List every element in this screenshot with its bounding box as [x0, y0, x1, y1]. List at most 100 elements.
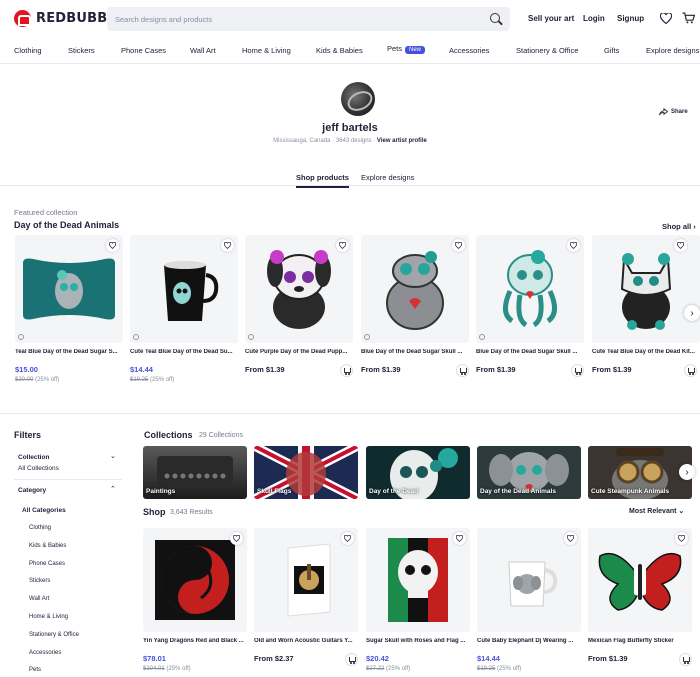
sell-your-art-link[interactable]: Sell your art — [528, 14, 574, 23]
signup-link[interactable]: Signup — [617, 14, 644, 23]
add-to-cart-button[interactable] — [571, 364, 584, 377]
collection-tile-skull-flags[interactable]: Skull Flags — [254, 446, 358, 499]
heart-icon[interactable] — [660, 13, 672, 24]
nav-stationery-office[interactable]: Stationery & Office — [516, 46, 578, 55]
collection-tile-day-of-the-dead-animals[interactable]: Day of the Dead Animals — [477, 446, 581, 499]
collection-label: Paintings — [146, 488, 176, 495]
filter-category-item[interactable]: Phone Cases — [29, 561, 65, 567]
product-image[interactable] — [476, 235, 584, 343]
search-bar — [107, 7, 510, 31]
collection-label: Skull Flags — [257, 488, 292, 495]
product-title[interactable]: Cute Baby Elephant Dj Wearing ... — [477, 638, 581, 644]
view-artist-profile-link[interactable]: View artist profile — [377, 138, 427, 144]
product-title[interactable]: Cute Teal Blue Day of the Dead Su... — [130, 349, 238, 355]
add-to-cart-button[interactable] — [345, 653, 358, 666]
filter-category-item[interactable]: Kids & Babies — [29, 543, 66, 549]
tab-explore-designs[interactable]: Explore designs — [361, 173, 414, 182]
collection-tile-paintings[interactable]: Paintings — [143, 446, 247, 499]
collection-tile-cute-steampunk-animals[interactable]: Cute Steampunk Animals — [588, 446, 692, 499]
color-swatch — [364, 334, 370, 340]
product-title[interactable]: Old and Worn Acoustic Guitars Y... — [254, 638, 358, 644]
filter-category-item[interactable]: Clothing — [29, 525, 51, 531]
favorite-button[interactable] — [336, 239, 349, 252]
shop-all-link[interactable]: Shop all › — [662, 222, 696, 231]
tab-shop-products[interactable]: Shop products — [296, 173, 349, 188]
product-image[interactable] — [477, 528, 581, 632]
octopus-sticker-image — [503, 250, 557, 328]
favorite-button[interactable] — [106, 239, 119, 252]
hippo-sticker-image — [386, 251, 444, 330]
product-image[interactable] — [592, 235, 700, 343]
nav-explore-designs[interactable]: Explore designs — [646, 46, 699, 55]
product-price: $15.00 — [15, 365, 38, 374]
add-to-cart-button[interactable] — [684, 364, 697, 377]
product-price: From $1.39 — [361, 365, 401, 374]
favorite-button[interactable] — [564, 532, 577, 545]
search-input[interactable] — [107, 7, 510, 31]
search-icon[interactable] — [490, 13, 500, 23]
nav-kids-babies[interactable]: Kids & Babies — [316, 46, 363, 55]
favorite-button[interactable] — [221, 239, 234, 252]
carousel-next-button[interactable]: › — [684, 305, 700, 321]
add-to-cart-button[interactable] — [456, 364, 469, 377]
product-title[interactable]: Blue Day of the Dead Sugar Skull ... — [476, 349, 584, 355]
nav-stickers[interactable]: Stickers — [68, 46, 95, 55]
filter-collection-value[interactable]: All Collections — [18, 465, 59, 472]
collection-tile-day-of-the-dead[interactable]: Day of the Dead — [366, 446, 470, 499]
filter-category-item[interactable]: Stationery & Office — [29, 632, 79, 638]
nav-gifts[interactable]: Gifts — [604, 46, 619, 55]
collections-next-button[interactable]: › — [679, 464, 695, 480]
nav-pets[interactable]: Pets New — [387, 44, 426, 54]
favorite-button[interactable] — [567, 239, 580, 252]
favorite-button[interactable] — [453, 532, 466, 545]
heart-icon — [678, 535, 685, 542]
filter-all-categories[interactable]: All Categories — [22, 507, 66, 514]
nav-wall-art[interactable]: Wall Art — [190, 46, 216, 55]
product-image[interactable] — [15, 235, 123, 343]
product-title[interactable]: Sugar Skull with Roses and Flag ... — [366, 638, 470, 644]
favorite-button[interactable] — [230, 532, 243, 545]
product-title[interactable]: Cute Teal Blue Day of the Dead Kit... — [592, 349, 700, 355]
product-image[interactable] — [143, 528, 247, 632]
product-title[interactable]: Teal Blue Day of the Dead Sugar S... — [15, 349, 123, 355]
product-image[interactable] — [130, 235, 238, 343]
nav-phone-cases[interactable]: Phone Cases — [121, 46, 166, 55]
chevron-up-icon[interactable]: ⌃ — [110, 485, 116, 493]
product-image[interactable] — [588, 528, 692, 632]
favorite-button[interactable] — [675, 532, 688, 545]
product-title[interactable]: Cute Purple Day of the Dead Pupp... — [245, 349, 353, 355]
add-to-cart-button[interactable] — [340, 364, 353, 377]
product-image[interactable] — [254, 528, 358, 632]
filter-category-item[interactable]: Accessories — [29, 650, 61, 656]
nav-clothing[interactable]: Clothing — [14, 46, 42, 55]
filter-collection-toggle[interactable]: Collection — [18, 454, 49, 461]
favorite-button[interactable] — [341, 532, 354, 545]
chevron-down-icon[interactable]: ⌄ — [110, 452, 116, 460]
favorite-button[interactable] — [674, 239, 687, 252]
add-to-cart-button[interactable] — [679, 653, 692, 666]
product-title[interactable]: Blue Day of the Dead Sugar Skull ... — [361, 349, 469, 355]
nav-home-living[interactable]: Home & Living — [242, 46, 291, 55]
nav-accessories[interactable]: Accessories — [449, 46, 489, 55]
favorite-button[interactable] — [452, 239, 465, 252]
login-link[interactable]: Login — [583, 14, 605, 23]
product-title[interactable]: Yin Yang Dragons Red and Black ... — [143, 638, 247, 644]
greeting-card-image — [287, 543, 331, 617]
filter-category-toggle[interactable]: Category — [18, 487, 46, 494]
product-title[interactable]: Mexican Flag Butterfly Sticker — [588, 638, 692, 644]
product-image[interactable] — [245, 235, 353, 343]
filter-category-item[interactable]: Wall Art — [29, 596, 49, 602]
product-image[interactable] — [361, 235, 469, 343]
cart-icon[interactable] — [682, 12, 695, 24]
filter-category-item[interactable]: Pets — [29, 667, 41, 673]
share-button[interactable]: Share — [659, 108, 688, 116]
heart-icon — [455, 242, 462, 249]
filter-category-item[interactable]: Stickers — [29, 578, 50, 584]
artist-avatar[interactable] — [341, 82, 375, 116]
product-image[interactable] — [366, 528, 470, 632]
filter-category-item[interactable]: Home & Living — [29, 614, 68, 620]
original-price: $19.25 — [130, 377, 149, 383]
sort-dropdown[interactable]: Most Relevant ⌄ — [629, 507, 684, 515]
discount: (25% off) — [35, 377, 60, 383]
product-old-price: $19.25 (25% off) — [477, 666, 521, 672]
